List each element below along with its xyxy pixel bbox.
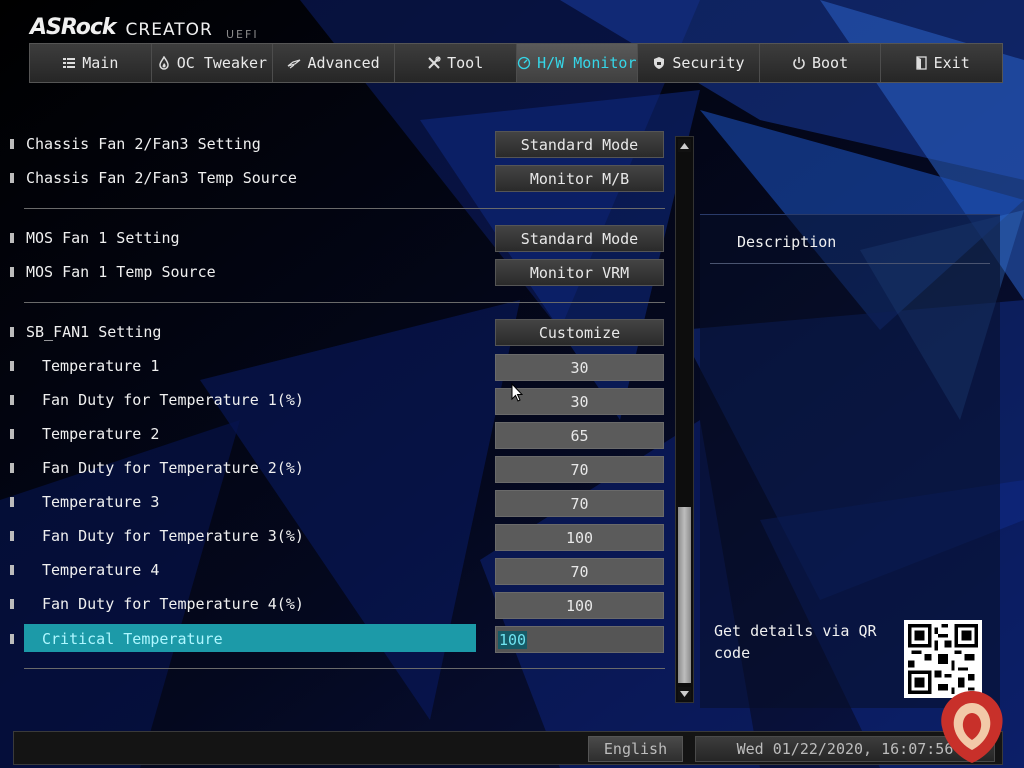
- row-bullet: [10, 395, 14, 405]
- tab-label: H/W Monitor: [537, 54, 637, 72]
- fan-duty-2-value[interactable]: 70: [495, 456, 664, 483]
- setting-label: Temperature 3: [42, 493, 160, 511]
- language-button[interactable]: English: [588, 736, 683, 762]
- row-bullet: [10, 233, 14, 243]
- temperature-3-value[interactable]: 70: [495, 490, 664, 517]
- setting-label: Chassis Fan 2/Fan3 Temp Source: [26, 169, 297, 187]
- setting-temperature-3[interactable]: Temperature 3: [10, 488, 465, 516]
- description-title: Description: [737, 233, 837, 251]
- chassis-fan-setting-value[interactable]: Standard Mode: [495, 131, 664, 158]
- row-bullet: [10, 497, 14, 507]
- scroll-down-icon[interactable]: [678, 687, 691, 700]
- tab-security[interactable]: Security: [638, 44, 760, 82]
- setting-label: Temperature 2: [42, 425, 160, 443]
- description-divider: [710, 263, 990, 264]
- tab-label: Tool: [447, 54, 484, 72]
- setting-label: Chassis Fan 2/Fan3 Setting: [26, 135, 261, 153]
- critical-temperature-value: 100: [498, 630, 528, 649]
- main-nav: Main OC Tweaker Advanced Tool H/W Monito…: [29, 43, 1003, 83]
- setting-temperature-2[interactable]: Temperature 2: [10, 420, 465, 448]
- sb-fan1-setting-value[interactable]: Customize: [495, 319, 664, 346]
- temperature-4-value[interactable]: 70: [495, 558, 664, 585]
- chassis-fan-temp-source-value[interactable]: Monitor M/B: [495, 165, 664, 192]
- setting-fan-duty-4[interactable]: Fan Duty for Temperature 4(%): [10, 590, 465, 618]
- tab-boot[interactable]: Boot: [759, 44, 882, 82]
- row-bullet: [10, 139, 14, 149]
- list-icon: [62, 56, 76, 70]
- exit-icon: [914, 56, 928, 70]
- critical-temperature-input[interactable]: 100: [495, 626, 664, 653]
- setting-chassis-fan-setting[interactable]: Chassis Fan 2/Fan3 Setting: [10, 130, 465, 158]
- power-icon: [792, 56, 806, 70]
- tab-label: Main: [82, 54, 119, 72]
- setting-label: MOS Fan 1 Setting: [26, 229, 180, 247]
- qr-caption: Get details via QR code: [714, 622, 877, 662]
- scroll-up-icon[interactable]: [678, 139, 691, 152]
- settings-scrollbar[interactable]: [675, 136, 694, 703]
- monitor-icon: [517, 56, 531, 70]
- row-bullet: [10, 327, 14, 337]
- row-bullet: [10, 531, 14, 541]
- setting-label: Critical Temperature: [42, 630, 223, 648]
- divider: [24, 208, 665, 209]
- tab-hw-monitor[interactable]: H/W Monitor: [516, 44, 639, 82]
- divider: [24, 668, 665, 669]
- uefi-label: UEFI: [226, 28, 259, 41]
- row-bullet: [10, 173, 14, 183]
- fan-duty-3-value[interactable]: 100: [495, 524, 664, 551]
- row-bullet: [10, 463, 14, 473]
- setting-temperature-4[interactable]: Temperature 4: [10, 556, 465, 584]
- divider: [24, 302, 665, 303]
- setting-fan-duty-3[interactable]: Fan Duty for Temperature 3(%): [10, 522, 465, 550]
- row-bullet: [10, 565, 14, 575]
- mos-fan-temp-source-value[interactable]: Monitor VRM: [495, 259, 664, 286]
- setting-label: Temperature 1: [42, 357, 160, 375]
- setting-mos-fan-setting[interactable]: MOS Fan 1 Setting: [10, 224, 465, 252]
- description-panel: Description Get details via QR code: [700, 214, 1000, 708]
- shield-icon: [652, 56, 666, 70]
- asrock-logo: ASRock CREATOR UEFI: [30, 8, 257, 41]
- temperature-1-value[interactable]: 30: [495, 354, 664, 381]
- setting-label: SB_FAN1 Setting: [26, 323, 162, 341]
- product-name: CREATOR: [125, 20, 213, 40]
- setting-label: Fan Duty for Temperature 2(%): [42, 459, 304, 477]
- tools-icon: [427, 56, 441, 70]
- row-bullet: [10, 267, 14, 277]
- setting-fan-duty-1[interactable]: Fan Duty for Temperature 1(%): [10, 386, 465, 414]
- tab-label: OC Tweaker: [176, 54, 268, 72]
- setting-label: Temperature 4: [42, 561, 160, 579]
- row-bullet: [10, 599, 14, 609]
- setting-label: Fan Duty for Temperature 3(%): [42, 527, 304, 545]
- tab-label: Exit: [933, 54, 970, 72]
- setting-temperature-1[interactable]: Temperature 1: [10, 352, 465, 380]
- tab-exit[interactable]: Exit: [881, 44, 1002, 82]
- tab-tool[interactable]: Tool: [394, 44, 517, 82]
- flame-icon: [157, 55, 171, 70]
- setting-critical-temperature[interactable]: Critical Temperature: [10, 624, 476, 653]
- setting-label: MOS Fan 1 Temp Source: [26, 263, 216, 281]
- tab-label: Advanced: [307, 54, 380, 72]
- tab-main[interactable]: Main: [30, 44, 152, 82]
- setting-fan-duty-2[interactable]: Fan Duty for Temperature 2(%): [10, 454, 465, 482]
- tab-advanced[interactable]: Advanced: [273, 44, 395, 82]
- row-bullet: [10, 361, 14, 371]
- setting-label: Fan Duty for Temperature 4(%): [42, 595, 304, 613]
- temperature-2-value[interactable]: 65: [495, 422, 664, 449]
- setting-chassis-fan-temp-source[interactable]: Chassis Fan 2/Fan3 Temp Source: [10, 164, 465, 192]
- tab-label: Security: [672, 54, 745, 72]
- star-icon: [287, 56, 301, 70]
- setting-sb-fan1-setting[interactable]: SB_FAN1 Setting: [10, 318, 465, 346]
- tab-label: Boot: [812, 54, 849, 72]
- scrollbar-thumb[interactable]: [678, 507, 691, 683]
- mos-fan-setting-value[interactable]: Standard Mode: [495, 225, 664, 252]
- fan-duty-4-value[interactable]: 100: [495, 592, 664, 619]
- setting-label: Fan Duty for Temperature 1(%): [42, 391, 304, 409]
- row-bullet: [10, 429, 14, 439]
- row-bullet: [10, 634, 14, 644]
- setting-mos-fan-temp-source[interactable]: MOS Fan 1 Temp Source: [10, 258, 465, 286]
- tab-oc-tweaker[interactable]: OC Tweaker: [151, 44, 274, 82]
- watermark-logo-icon: [941, 691, 1003, 763]
- mouse-cursor-icon: [511, 383, 523, 402]
- brand-name: ASRock: [30, 15, 117, 40]
